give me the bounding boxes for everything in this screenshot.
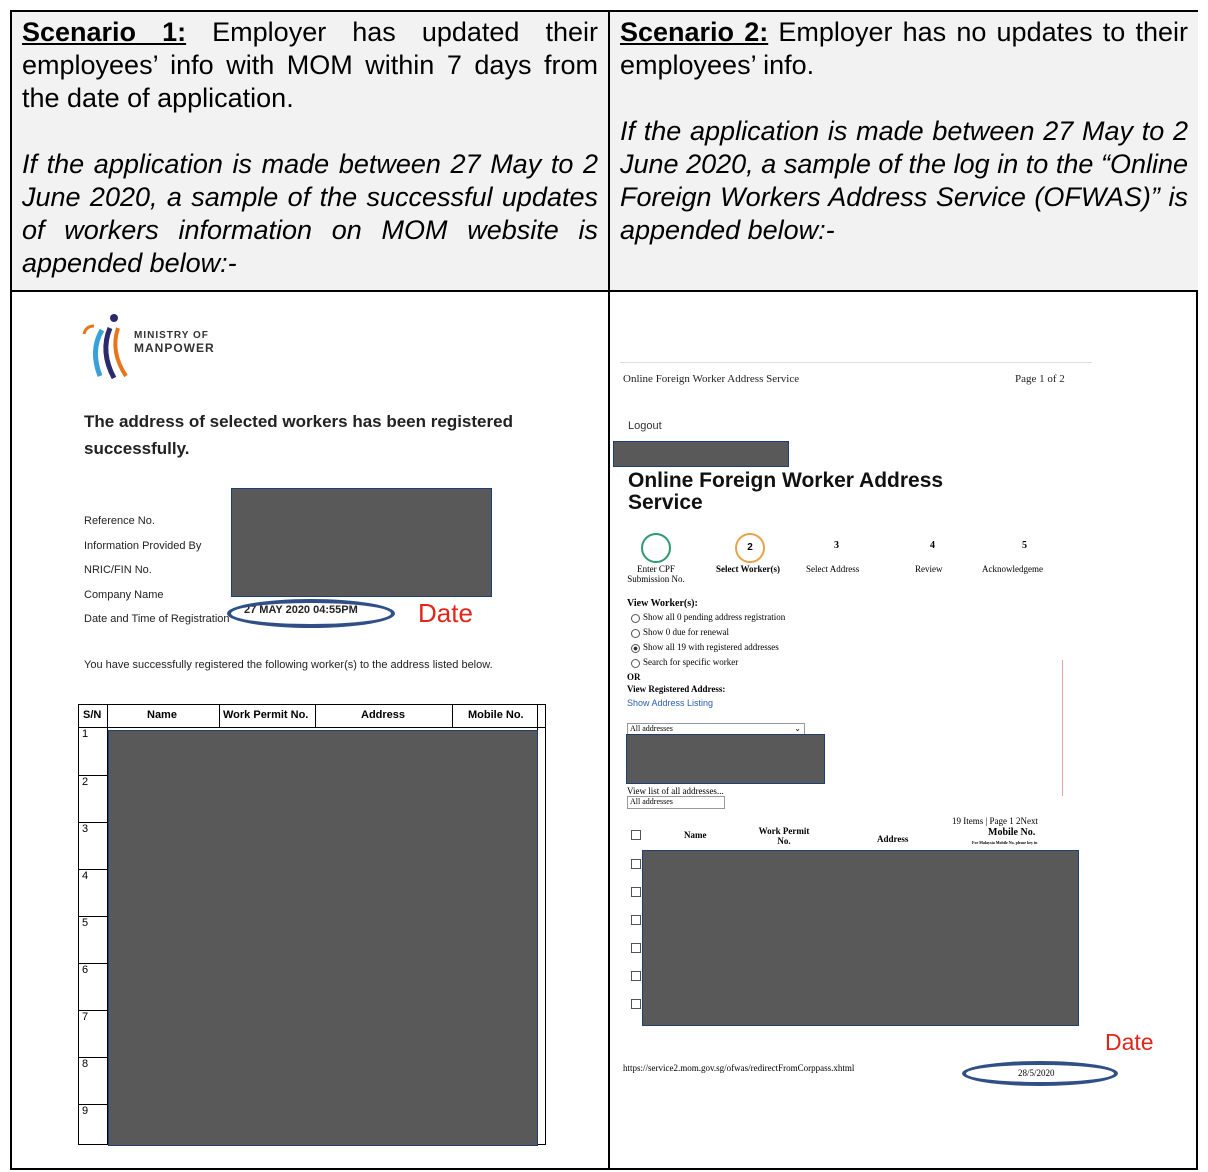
logo-line-2: MANPOWER xyxy=(134,341,215,355)
print-header-title: Online Foreign Worker Address Service xyxy=(623,373,800,385)
scenario-1-label: Scenario 1: xyxy=(22,17,187,47)
row-4: 4 xyxy=(79,870,107,917)
th-address: Address xyxy=(877,834,909,844)
row-1: 1 xyxy=(79,728,107,776)
col-address: Address xyxy=(361,709,406,721)
row-5: 5 xyxy=(79,917,107,964)
step-5-label: Acknowledgeme xyxy=(982,564,1043,574)
or-label: OR xyxy=(627,672,641,682)
row-2: 2 xyxy=(79,776,107,823)
date-annotation-right: Date xyxy=(1105,1029,1154,1055)
col-sn: S/N xyxy=(83,709,102,721)
mobile-note: For Malaysia Mobile No. please key in xyxy=(972,840,1038,845)
date-annotation-left: Date xyxy=(418,598,473,628)
workers-table-header: S/N Name Work Permit No. Address Mobile … xyxy=(79,705,545,728)
scenario-2-header: Scenario 2: Employer has no updates to t… xyxy=(610,12,1198,290)
scenario-2-note: If the application is made between 27 Ma… xyxy=(620,116,1188,245)
option-registered: Show all 19 with registered addresses xyxy=(643,642,779,652)
logout-link[interactable]: Logout xyxy=(628,420,662,432)
col-line-2 xyxy=(219,705,220,727)
th-work-permit: Work Permit No. xyxy=(758,826,810,846)
step-1-circle-icon xyxy=(641,533,671,563)
redacted-user-banner xyxy=(613,441,789,467)
row-divider xyxy=(12,290,1196,292)
col-line-3 xyxy=(315,705,316,727)
mom-logo-icon xyxy=(82,314,128,380)
field-company-name: Company Name xyxy=(84,588,164,601)
scenario-2-label: Scenario 2: xyxy=(620,17,769,47)
scenario-1-header: Scenario 1: Employer has updated their e… xyxy=(12,12,608,290)
radio-registered-selected[interactable] xyxy=(631,644,640,653)
address-select-value: All addresses xyxy=(630,724,673,733)
option-search: Search for specific worker xyxy=(643,657,739,667)
step-3-number: 3 xyxy=(834,540,839,551)
step-4-label: Review xyxy=(915,564,943,574)
field-info-provided-by: Information Provided By xyxy=(84,539,202,552)
row-checkbox-3[interactable] xyxy=(631,915,641,925)
row-3: 3 xyxy=(79,823,107,870)
registration-fields: Reference No. Information Provided By NR… xyxy=(84,509,230,632)
view-list-label: View list of all addresses... xyxy=(627,786,724,796)
row-6: 6 xyxy=(79,964,107,1011)
view-workers-label: View Worker(s): xyxy=(627,598,698,609)
col-line-4 xyxy=(452,705,453,727)
step-4-number: 4 xyxy=(930,540,935,551)
col-name: Name xyxy=(147,709,177,721)
date-highlight-oval-right xyxy=(962,1061,1118,1086)
select-all-checkbox[interactable] xyxy=(631,830,641,840)
row-checkbox-6[interactable] xyxy=(631,999,641,1009)
chevron-down-icon: ⌄ xyxy=(794,724,801,733)
field-nric-fin: NRIC/FIN No. xyxy=(84,564,152,576)
redacted-address xyxy=(626,734,825,784)
col-work-permit: Work Permit No. xyxy=(223,709,309,721)
pagination[interactable]: 19 Items | Page 1 2Next xyxy=(952,816,1038,826)
row-checkbox-5[interactable] xyxy=(631,971,641,981)
print-page-number: Page 1 of 2 xyxy=(1015,373,1065,385)
step-3-label: Select Address xyxy=(806,564,860,574)
radio-pending[interactable] xyxy=(631,614,640,623)
registered-workers-text: You have successfully registered the fol… xyxy=(84,659,493,671)
step-2-label: Select Worker(s) xyxy=(715,564,781,574)
option-renewal: Show 0 due for renewal xyxy=(643,627,729,637)
redacted-worker-rows xyxy=(642,850,1079,1026)
column-divider xyxy=(608,12,610,1168)
field-date-time-label: Date and Time of Registration xyxy=(84,613,230,625)
radio-search[interactable] xyxy=(631,659,640,668)
field-reference-no: Reference No. xyxy=(84,515,155,527)
option-pending: Show all 0 pending address registration xyxy=(643,612,786,622)
workers-table: S/N Name Work Permit No. Address Mobile … xyxy=(78,704,546,1146)
success-message: The address of selected workers has been… xyxy=(84,412,513,458)
row-7: 7 xyxy=(79,1011,107,1058)
step-5-number: 5 xyxy=(1022,540,1027,551)
print-top-rule xyxy=(620,362,1092,363)
scenario-1-note: If the application is made between 27 Ma… xyxy=(22,149,598,278)
service-title: Online Foreign Worker Address Service xyxy=(628,469,944,514)
address-input[interactable]: All addresses xyxy=(627,796,725,809)
redacted-registration-details xyxy=(231,488,492,597)
show-address-listing-link[interactable]: Show Address Listing xyxy=(627,698,713,708)
th-mobile: Mobile No. xyxy=(988,827,1036,838)
side-panel-edge xyxy=(1062,660,1063,796)
step-1-label: Enter CPF Submission No. xyxy=(627,564,685,584)
row-9: 9 xyxy=(82,1105,89,1117)
date-highlight-oval xyxy=(227,599,395,628)
row-checkbox-1[interactable] xyxy=(631,859,641,869)
step-2-circle-icon: 2 xyxy=(735,533,765,563)
row-8: 8 xyxy=(79,1058,107,1105)
row-checkbox-2[interactable] xyxy=(631,887,641,897)
th-name: Name xyxy=(684,830,707,840)
row-checkbox-4[interactable] xyxy=(631,943,641,953)
col-mobile: Mobile No. xyxy=(468,709,524,721)
redacted-workers-list xyxy=(108,730,538,1146)
radio-renewal[interactable] xyxy=(631,629,640,638)
view-registered-address-label: View Registered Address: xyxy=(627,684,726,694)
print-url: https://service2.mom.gov.sg/ofwas/redire… xyxy=(623,1063,855,1073)
row-numbers: 1 2 3 4 5 6 7 8 9 xyxy=(79,728,107,1151)
